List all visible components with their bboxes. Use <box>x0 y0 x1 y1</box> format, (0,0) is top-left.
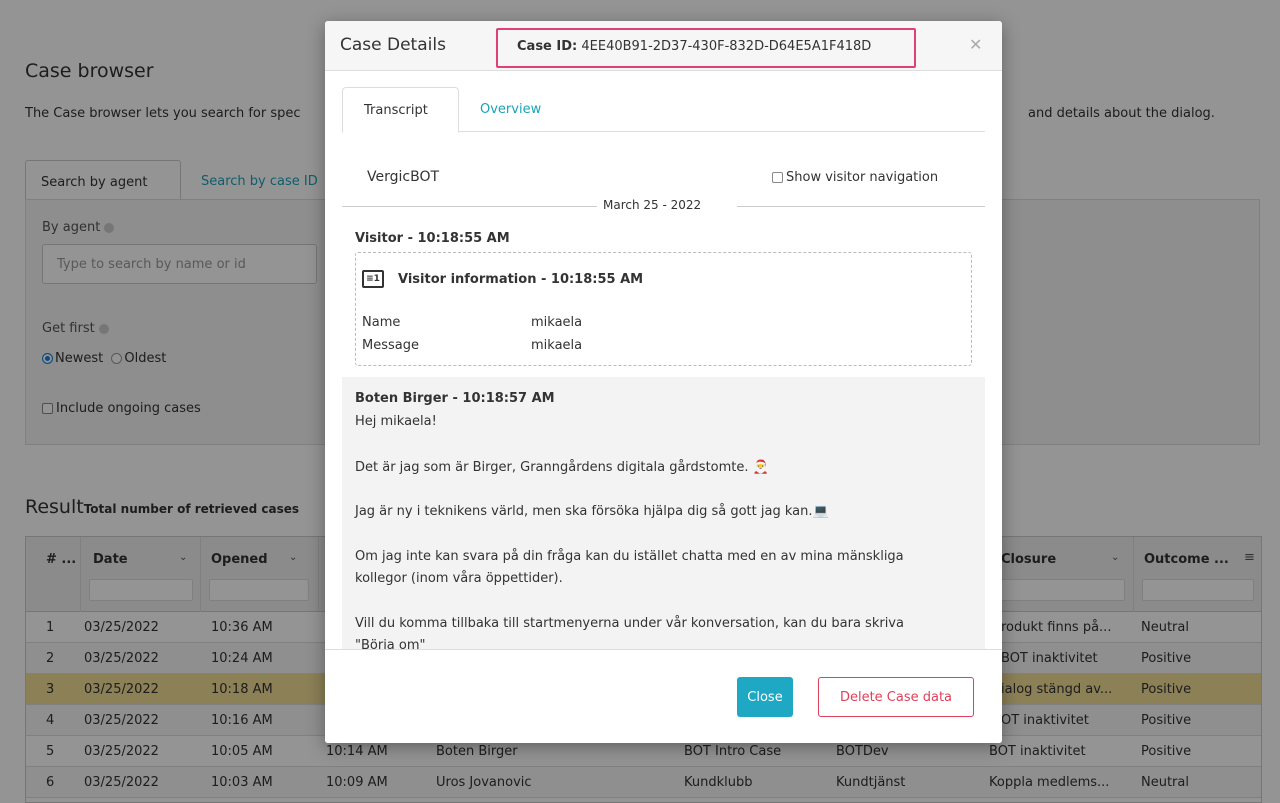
show-visitor-navigation: Show visitor navigation <box>772 170 938 185</box>
close-icon[interactable]: ✕ <box>969 35 982 54</box>
bot-message-line: Jag är ny i teknikens värld, men ska för… <box>355 504 829 519</box>
close-button[interactable]: Close <box>737 677 793 717</box>
visitor-information-card: ≡1 Visitor information - 10:18:55 AM Nam… <box>355 252 972 366</box>
show-visitor-navigation-checkbox[interactable] <box>772 172 783 183</box>
visitor-information-title: Visitor information - 10:18:55 AM <box>398 272 644 287</box>
modal-title: Case Details <box>340 35 446 55</box>
divider-line <box>737 206 985 207</box>
bot-message-line: Hej mikaela! <box>355 414 437 429</box>
tab-transcript[interactable]: Transcript <box>342 87 459 133</box>
bot-message-line: "Börja om" <box>355 638 426 649</box>
transcript-panel[interactable]: VergicBOT Show visitor navigation March … <box>342 149 985 649</box>
divider-line <box>342 206 597 207</box>
date-divider-text: March 25 - 2022 <box>599 198 706 212</box>
bot-message-line: Vill du komma tillbaka till startmenyern… <box>355 616 904 631</box>
bot-message-header: Boten Birger - 10:18:57 AM <box>355 391 555 406</box>
field-name-key: Name <box>362 315 401 330</box>
field-message-key: Message <box>362 338 419 353</box>
field-message-value: mikaela <box>531 338 583 353</box>
field-name-value: mikaela <box>531 315 583 330</box>
bot-message-line: Det är jag som är Birger, Granngårdens d… <box>355 460 769 475</box>
case-id-value: 4EE40B91-2D37-430F-832D-D64E5A1F418D <box>581 39 872 54</box>
bot-message: Boten Birger - 10:18:57 AM Hej mikaela! … <box>342 377 985 649</box>
modal-header: Case Details Case ID: 4EE40B91-2D37-430F… <box>325 21 1002 71</box>
case-id-label: Case ID: <box>517 39 578 54</box>
show-visitor-navigation-label: Show visitor navigation <box>786 170 939 185</box>
date-divider: March 25 - 2022 <box>342 198 985 214</box>
case-id-highlight: Case ID: 4EE40B91-2D37-430F-832D-D64E5A1… <box>496 28 916 68</box>
id-card-icon: ≡1 <box>362 270 384 288</box>
delete-case-data-button[interactable]: Delete Case data <box>818 677 974 717</box>
modal-footer: Close Delete Case data <box>325 649 1002 743</box>
bot-message-line: kollegor (inom våra öppettider). <box>355 571 563 586</box>
case-details-modal: Case Details Case ID: 4EE40B91-2D37-430F… <box>325 21 1002 743</box>
bot-name: VergicBOT <box>367 169 440 185</box>
modal-tabs: Transcript Overview <box>342 87 985 133</box>
bot-message-line: Om jag inte kan svara på din fråga kan d… <box>355 549 904 564</box>
visitor-header: Visitor - 10:18:55 AM <box>355 231 510 246</box>
tab-overview[interactable]: Overview <box>480 102 541 117</box>
